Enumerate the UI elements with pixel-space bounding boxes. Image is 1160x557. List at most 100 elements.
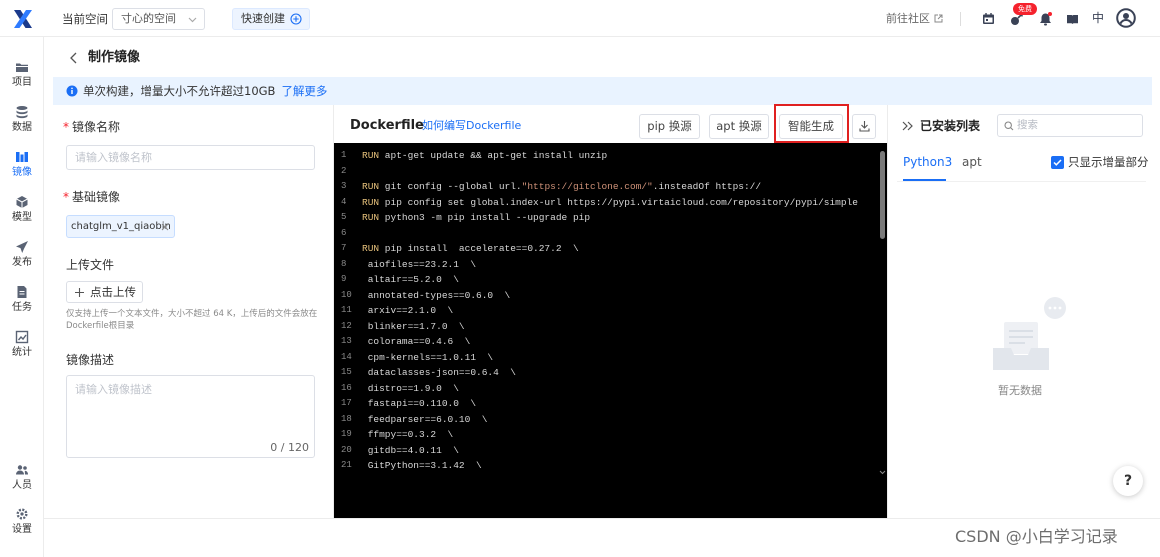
only-incremental-checkbox[interactable] bbox=[1051, 156, 1064, 169]
send-icon bbox=[15, 240, 29, 254]
code-text: aiofiles==23.2.1 \ bbox=[362, 258, 477, 270]
line-number: 9 bbox=[341, 274, 347, 284]
code-line: 13 colorama==0.4.6 \ bbox=[334, 334, 874, 350]
code-text: RUN apt-get update && apt-get install un… bbox=[362, 150, 608, 161]
code-line: 3 RUN git config --global url."https://gi… bbox=[334, 179, 874, 195]
code-text: dataclasses-json==0.6.4 \ bbox=[362, 367, 516, 378]
help-button[interactable]: ? bbox=[1113, 466, 1143, 496]
sidebar-item-statistics[interactable]: 统计 bbox=[0, 330, 44, 366]
user-avatar-icon[interactable] bbox=[1116, 8, 1136, 28]
external-link-icon bbox=[934, 14, 943, 23]
code-line: 14 cpm-kernels==1.0.11 \ bbox=[334, 350, 874, 366]
line-number: 2 bbox=[341, 165, 347, 176]
line-number: 12 bbox=[341, 320, 352, 331]
code-keyword: RUN bbox=[362, 212, 380, 223]
line-number: 6 bbox=[341, 227, 347, 238]
dockerfile-editor[interactable]: 1 RUN apt-get update && apt-get install u… bbox=[334, 143, 887, 518]
sidebar-item-label: 发布 bbox=[12, 257, 32, 268]
book-icon[interactable] bbox=[1066, 13, 1079, 25]
tab-apt[interactable]: apt bbox=[962, 155, 982, 169]
code-text: arxiv==2.1.0 \ bbox=[362, 305, 454, 316]
line-number: 20 bbox=[341, 444, 352, 455]
sidebar-item-settings[interactable]: 设置 bbox=[0, 507, 44, 543]
sidebar-item-model[interactable]: 模型 bbox=[0, 195, 44, 231]
line-number: 18 bbox=[341, 413, 352, 424]
sidebar-item-label: 统计 bbox=[12, 347, 32, 358]
code-text: gitdb==4.0.11 \ bbox=[362, 444, 459, 456]
dockerfile-help-link[interactable]: 如何编写Dockerfile bbox=[422, 119, 521, 133]
quick-create-label: 快速创建 bbox=[241, 12, 285, 25]
code-line: 6 bbox=[334, 226, 874, 242]
code-text: GitPython==3.1.42 \ bbox=[362, 460, 482, 471]
description-label: 镜像描述 bbox=[66, 353, 115, 367]
plus-icon bbox=[74, 287, 85, 298]
community-link[interactable]: 前往社区 bbox=[886, 12, 930, 26]
code-text: RUN git config --global url."https://git… bbox=[362, 181, 762, 192]
line-number: 15 bbox=[341, 367, 352, 377]
empty-inbox-icon bbox=[990, 296, 1070, 376]
required-mark: * bbox=[63, 190, 69, 204]
sidebar-item-data[interactable]: 数据 bbox=[0, 105, 44, 141]
code-keyword: RUN bbox=[362, 243, 380, 254]
learn-more-link[interactable]: 了解更多 bbox=[281, 84, 327, 98]
space-select[interactable]: 寸心的空间 bbox=[112, 8, 205, 30]
code-line: 9 altair==5.2.0 \ bbox=[334, 272, 874, 288]
close-icon[interactable] bbox=[161, 223, 169, 231]
line-number: 7 bbox=[341, 243, 347, 253]
required-mark: * bbox=[63, 120, 69, 134]
scroll-down-arrow-icon[interactable] bbox=[879, 470, 886, 475]
code-line: 10 annotated-types==0.6.0 \ bbox=[334, 288, 874, 304]
code-line: 5 RUN python3 -m pip install --upgrade pi… bbox=[334, 210, 874, 226]
sidebar-item-label: 任务 bbox=[12, 302, 32, 313]
code-line: 17 fastapi==0.110.0 \ bbox=[334, 396, 874, 412]
only-incremental-label[interactable]: 只显示增量部分 bbox=[1068, 155, 1149, 169]
image-name-input[interactable] bbox=[66, 145, 315, 170]
active-tab-indicator bbox=[903, 179, 946, 181]
highlight-box bbox=[774, 104, 849, 143]
code-line: 16 distro==1.9.0 \ bbox=[334, 381, 874, 397]
upload-button[interactable]: 点击上传 bbox=[66, 281, 143, 303]
code-text: distro==1.9.0 \ bbox=[362, 382, 459, 394]
line-number: 17 bbox=[341, 398, 352, 408]
code-line: 18 feedparser==6.0.10 \ bbox=[334, 412, 874, 428]
code-line: 7 RUN pip install accelerate==0.27.2 \ bbox=[334, 241, 874, 257]
code-text: altair==5.2.0 \ bbox=[362, 274, 459, 285]
base-image-tag-text: chatglm_v1_qiaobin bbox=[71, 221, 171, 232]
search-input[interactable]: 搜索 bbox=[997, 114, 1143, 137]
dockerfile-title: Dockerfile bbox=[350, 118, 424, 133]
code-text: cpm-kernels==1.0.11 \ bbox=[362, 351, 494, 363]
people-icon bbox=[15, 463, 29, 477]
code-keyword: RUN bbox=[362, 150, 380, 161]
tab-python3[interactable]: Python3 bbox=[903, 155, 952, 169]
description-counter: 0 / 120 bbox=[270, 441, 309, 454]
bell-icon[interactable] bbox=[1039, 12, 1052, 26]
search-icon bbox=[1004, 121, 1014, 131]
sidebar-item-people[interactable]: 人员 bbox=[0, 463, 44, 499]
line-number: 4 bbox=[341, 196, 347, 207]
line-number: 8 bbox=[341, 258, 347, 269]
folder-icon bbox=[15, 60, 29, 74]
sidebar-item-publish[interactable]: 发布 bbox=[0, 240, 44, 276]
empty-state-text: 暂无数据 bbox=[998, 384, 1042, 397]
calendar-icon[interactable] bbox=[982, 12, 995, 25]
double-chevron-right-icon[interactable] bbox=[902, 121, 913, 131]
code-line: 2 bbox=[334, 164, 874, 180]
sidebar-item-label: 项目 bbox=[12, 77, 32, 88]
code-lines: 1 RUN apt-get update && apt-get install u… bbox=[334, 148, 874, 474]
back-chevron-icon[interactable] bbox=[68, 51, 80, 65]
download-button[interactable] bbox=[852, 114, 876, 139]
pip-mirror-button[interactable]: pip 换源 bbox=[639, 114, 700, 139]
code-line: 15 dataclasses-json==0.6.4 \ bbox=[334, 365, 874, 381]
logo-icon[interactable] bbox=[11, 7, 35, 31]
language-switch[interactable]: 中 bbox=[1092, 11, 1104, 25]
code-text: ffmpy==0.3.2 \ bbox=[362, 429, 454, 440]
quick-create-button[interactable]: 快速创建 bbox=[232, 8, 310, 30]
sidebar-item-project[interactable]: 项目 bbox=[0, 60, 44, 96]
sidebar-item-task[interactable]: 任务 bbox=[0, 285, 44, 321]
line-number: 21 bbox=[341, 460, 352, 470]
editor-scrollbar[interactable] bbox=[880, 151, 885, 239]
sidebar-item-image[interactable]: 镜像 bbox=[0, 150, 44, 186]
apt-mirror-button[interactable]: apt 换源 bbox=[709, 114, 769, 139]
code-line: 19 ffmpy==0.3.2 \ bbox=[334, 427, 874, 443]
watermark: CSDN @小白学习记录 bbox=[955, 527, 1118, 546]
